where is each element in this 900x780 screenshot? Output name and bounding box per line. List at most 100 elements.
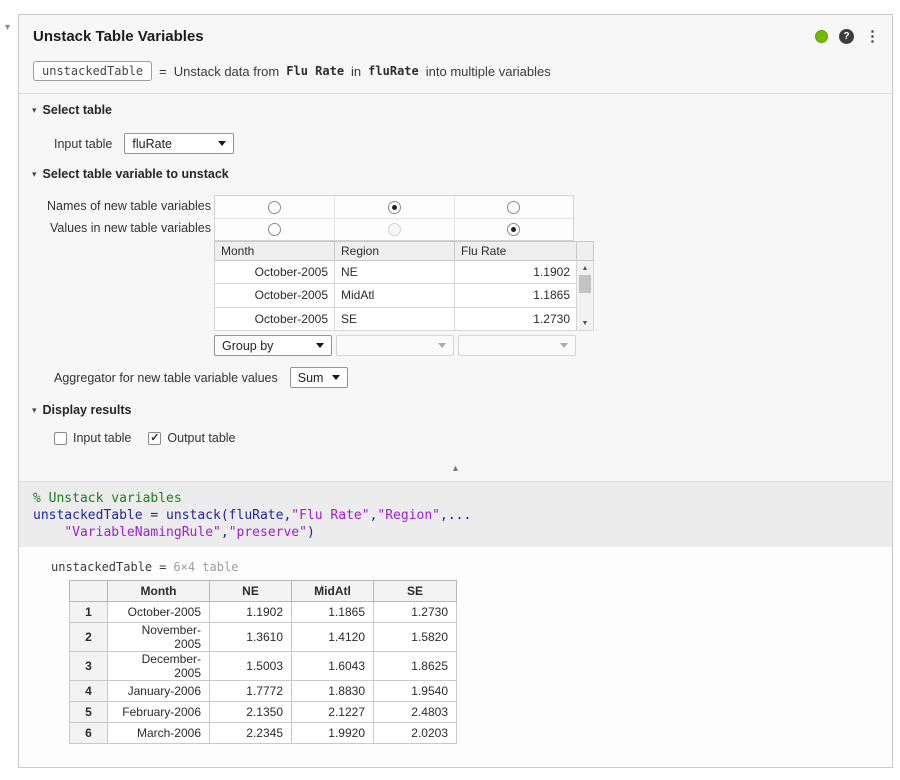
output-cell: 1.5820	[374, 623, 457, 652]
code-continuation: ...	[448, 508, 471, 523]
input-table-dropdown[interactable]: fluRate	[124, 133, 234, 154]
summary-text-1: Unstack data from	[174, 64, 280, 79]
input-table-checkbox[interactable]	[54, 432, 67, 445]
code-line: unstackedTable = unstack(fluRate,"Flu Ra…	[33, 507, 878, 524]
output-table-checkbox[interactable]: ✓	[148, 432, 161, 445]
radio-values-region-disabled	[334, 219, 453, 240]
live-editor-canvas: ▾ Unstack Table Variables ? ⋮ unstackedT…	[0, 0, 900, 780]
preview-cell: October-2005	[215, 261, 335, 284]
table-row: 5 February-2006 2.1350 2.1227 2.4803	[70, 702, 457, 723]
table-row: 3 December-2005 1.5003 1.6043 1.8625	[70, 652, 457, 681]
chevron-down-icon	[316, 343, 324, 348]
section-display-results[interactable]: ▾ Display results	[32, 403, 131, 417]
status-dot-icon	[815, 30, 828, 43]
output-cell: 1.5003	[210, 652, 292, 681]
preview-table: Month Region Flu Rate October-2005 NE 1.…	[214, 241, 594, 331]
aggregator-row: Aggregator for new table variable values…	[54, 367, 348, 388]
collapse-up-icon: ▴	[453, 463, 458, 474]
generated-code-block[interactable]: % Unstack variables unstackedTable = uns…	[19, 481, 892, 547]
scroll-up-icon[interactable]: ▲	[577, 261, 593, 275]
column-header: Month	[215, 242, 335, 261]
preview-cell: 1.1902	[455, 261, 577, 284]
output-cell: 1.8830	[292, 681, 374, 702]
code-string: "Region"	[377, 508, 440, 523]
output-cell: 2.4803	[374, 702, 457, 723]
output-cell: 1.1902	[210, 602, 292, 623]
display-checkboxes: Input table ✓ Output table	[54, 431, 236, 445]
output-table-checkbox-label: Output table	[167, 431, 235, 445]
group-by-dropdown[interactable]: Group by	[214, 335, 332, 356]
radio-names-region[interactable]	[334, 196, 453, 218]
output-cell: 1.2730	[374, 602, 457, 623]
output-area: unstackedTable = 6×4 table Month NE MidA…	[19, 547, 892, 767]
table-header-row: Month NE MidAtl SE	[70, 581, 457, 602]
scrollbar-thumb[interactable]	[579, 275, 591, 293]
table-header-row: Month Region Flu Rate	[215, 242, 594, 261]
disabled-dropdown	[336, 335, 454, 356]
task-collapse-icon[interactable]: ▾	[5, 22, 10, 33]
radio-disabled-icon	[388, 223, 401, 236]
radio-values-month[interactable]	[215, 219, 334, 240]
row-number-cell: 3	[70, 652, 108, 681]
summary-equals: =	[159, 64, 167, 79]
row-number-cell: 6	[70, 723, 108, 744]
section-select-variable[interactable]: ▾ Select table variable to unstack	[32, 167, 229, 181]
input-table-checkbox-label: Input table	[73, 431, 131, 445]
output-cell: 1.9920	[292, 723, 374, 744]
scroll-down-icon[interactable]: ▼	[577, 316, 593, 330]
names-row-label: Names of new table variables	[36, 199, 211, 213]
names-radio-row	[215, 196, 573, 218]
column-header: Month	[108, 581, 210, 602]
input-table-label: Input table	[54, 137, 112, 151]
aggregator-dropdown[interactable]: Sum	[290, 367, 348, 388]
code-collapse-button[interactable]: ▴	[19, 463, 892, 479]
vertical-scrollbar[interactable]: ▲ ▼	[577, 261, 594, 331]
output-cell: November-2005	[108, 623, 210, 652]
scrollbar-track[interactable]	[577, 293, 593, 316]
corner-header-cell	[70, 581, 108, 602]
radio-names-month[interactable]	[215, 196, 334, 218]
radio-values-flurate[interactable]	[454, 219, 573, 240]
row-number-cell: 1	[70, 602, 108, 623]
output-variable-line: unstackedTable = 6×4 table	[51, 560, 238, 574]
dropdown-value: fluRate	[132, 137, 172, 151]
table-row: October-2005 MidAtl 1.1865	[215, 284, 594, 307]
column-header: NE	[210, 581, 292, 602]
output-cell: 1.8625	[374, 652, 457, 681]
radio-selected-icon[interactable]	[507, 223, 520, 236]
section-label: Select table variable to unstack	[43, 167, 229, 181]
code-comment: % Unstack variables	[33, 491, 182, 506]
table-row: 4 January-2006 1.7772 1.8830 1.9540	[70, 681, 457, 702]
help-icon[interactable]: ?	[839, 29, 854, 44]
preview-cell: 1.1865	[455, 284, 577, 307]
output-cell: 2.0203	[374, 723, 457, 744]
output-cell: 1.4120	[292, 623, 374, 652]
divider	[19, 93, 892, 94]
radio-icon[interactable]	[507, 201, 520, 214]
column-header: MidAtl	[292, 581, 374, 602]
radio-icon[interactable]	[268, 223, 281, 236]
disabled-dropdown	[458, 335, 576, 356]
output-variable-box[interactable]: unstackedTable	[33, 61, 152, 81]
section-select-table[interactable]: ▾ Select table	[32, 103, 112, 117]
output-cell: 1.9540	[374, 681, 457, 702]
check-icon: ✓	[150, 433, 159, 444]
menu-icon[interactable]: ⋮	[865, 29, 880, 44]
task-header: Unstack Table Variables ? ⋮	[33, 25, 880, 47]
code-line: "VariableNamingRule","preserve")	[33, 524, 878, 541]
header-icons: ? ⋮	[815, 29, 880, 44]
scrollbar-header-cell	[577, 242, 594, 261]
summary-text-2: in	[351, 64, 361, 79]
radio-names-flurate[interactable]	[454, 196, 573, 218]
values-radio-row	[215, 218, 573, 240]
values-row-label: Values in new table variables	[36, 221, 211, 235]
chevron-down-icon	[438, 343, 446, 348]
code-text: )	[307, 525, 315, 540]
preview-cell: October-2005	[215, 307, 335, 330]
code-string: "Flu Rate"	[291, 508, 369, 523]
radio-selected-icon[interactable]	[388, 201, 401, 214]
table-row: October-2005 SE 1.2730	[215, 307, 594, 330]
preview-cell: SE	[335, 307, 455, 330]
radio-icon[interactable]	[268, 201, 281, 214]
summary-variable-flurate-col: Flu Rate	[286, 64, 344, 78]
